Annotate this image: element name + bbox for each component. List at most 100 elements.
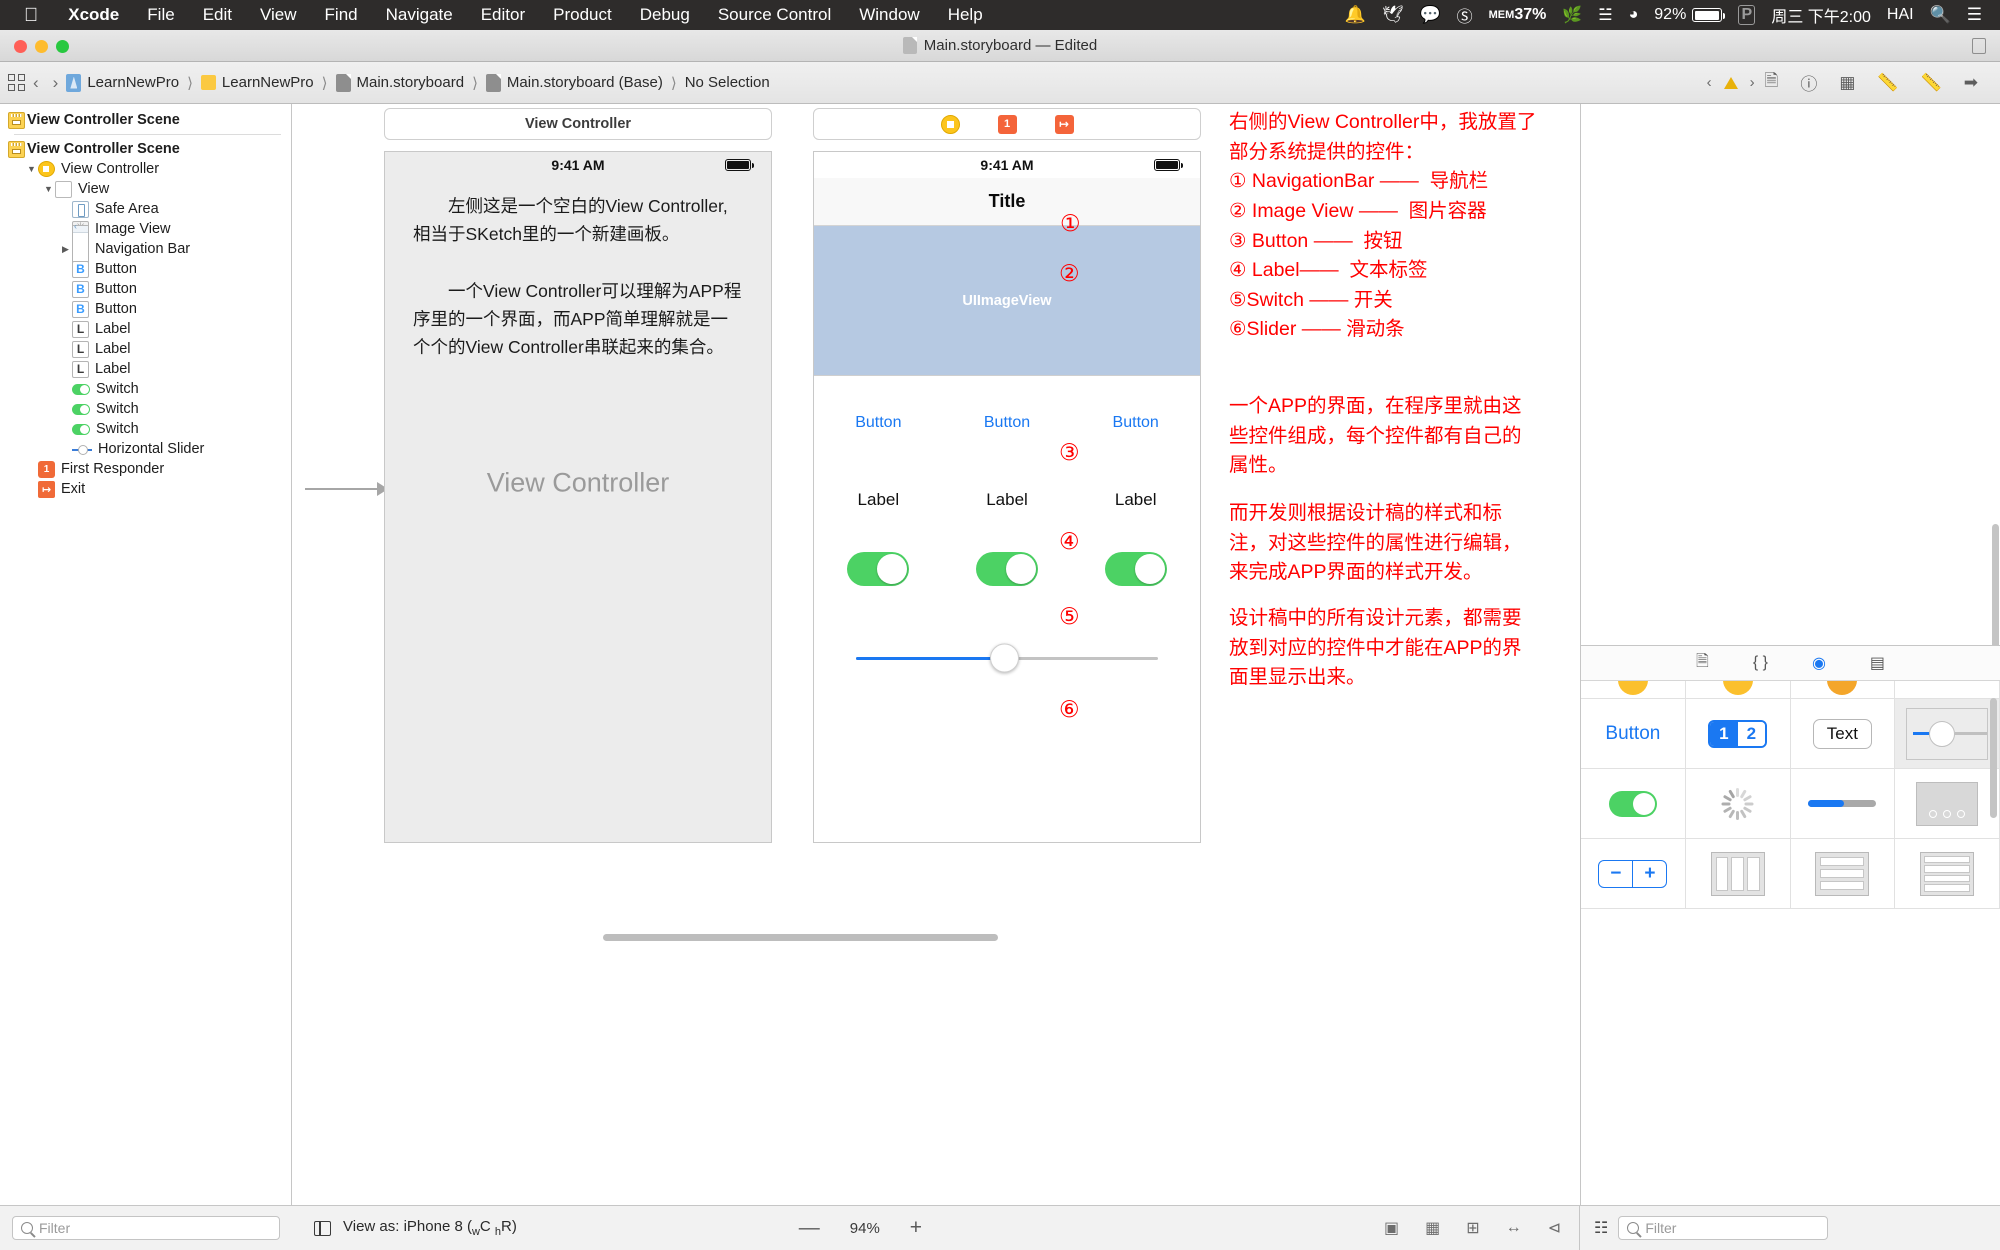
storyboard-outline[interactable]: ▶View Controller Scene ▼View Controller S… [0,104,291,499]
align-icon[interactable]: ⊞ [1466,1218,1479,1238]
spotlight-icon[interactable]: 🔍 [1930,5,1951,25]
user-account-label[interactable]: HAI [1887,6,1914,24]
menu-item-file[interactable]: File [133,5,188,25]
menu-item-help[interactable]: Help [934,5,997,25]
library-item-partial[interactable] [1791,681,1896,699]
image-view[interactable]: UIImageView [814,226,1200,376]
bluetooth-icon[interactable]: ☱ [1598,5,1612,25]
update-frames-icon[interactable]: ▣ [1384,1218,1399,1238]
tab-grid-icon[interactable] [8,74,25,91]
library-item-button[interactable]: Button [1581,699,1686,769]
library-item-table-view[interactable] [1791,839,1896,909]
battery-icon[interactable]: 92% [1654,6,1722,24]
breadcrumb-item-storyboard[interactable]: Main.storyboard [336,74,465,92]
switch-1[interactable] [847,552,909,586]
left-scene-dock[interactable]: View Controller [384,108,772,140]
outline-row-switch[interactable]: Switch [0,379,291,399]
outline-row-label[interactable]: LLabel [0,339,291,359]
minimize-button[interactable] [35,40,48,53]
outline-row-button[interactable]: BButton [0,259,291,279]
outline-row-safe-area[interactable]: Safe Area [0,199,291,219]
close-button[interactable] [14,40,27,53]
navigation-bar[interactable]: Title [814,178,1200,226]
wifi-icon[interactable]: ◕ [1629,6,1639,24]
menu-item-find[interactable]: Find [311,5,372,25]
connections-inspector-icon[interactable]: ➡ [1964,73,1978,93]
zoom-in-button[interactable]: + [910,1216,922,1240]
navigator-filter-field[interactable]: Filter [12,1216,280,1240]
horizontal-slider[interactable] [814,646,1200,670]
canvas-horizontal-scrollbar[interactable] [603,934,998,941]
button-2[interactable]: Button [943,414,1072,432]
quick-help-icon[interactable]: ⓘ [1800,70,1817,95]
library-item-grid[interactable]: Button 12 Text [1581,681,2000,909]
outline-row-first-responder[interactable]: 1First Responder [0,459,291,479]
back-button[interactable]: ‹ [33,73,39,93]
wechat-icon[interactable]: 💬 [1419,5,1440,25]
outline-row-view-controller-scene[interactable]: ▼View Controller Scene [0,139,291,159]
document-outline-toggle-icon[interactable] [314,1221,331,1236]
parallels-icon[interactable]: P [1738,5,1755,25]
media-library-tab[interactable]: ▤ [1870,653,1885,673]
identity-inspector-icon[interactable]: ▦ [1839,73,1855,93]
menu-item-product[interactable]: Product [539,5,626,25]
menu-item-window[interactable]: Window [845,5,933,25]
slider-knob[interactable] [990,644,1019,673]
outline-row-image-view[interactable]: Image View [0,219,291,239]
right-scene-dock[interactable]: 1 ↦ [813,108,1201,140]
left-scene[interactable]: View Controller 9:41 AM 左侧这是一个空白的View Co… [384,108,772,843]
file-inspector-icon[interactable]: 🗎 [1765,68,1779,97]
library-item-page-control[interactable] [1895,769,2000,839]
outline-row-view[interactable]: ▼View [0,179,291,199]
menu-clock[interactable]: 周三 下午2:00 [1771,3,1871,27]
library-item-slider[interactable] [1895,699,2000,769]
attributes-inspector-icon[interactable]: 📏 [1877,73,1898,93]
view-controller-badge-icon[interactable] [941,115,960,134]
switch-3[interactable] [1105,552,1167,586]
size-inspector-icon[interactable]: 📏 [1921,73,1942,93]
object-library-tab[interactable]: ◉ [1812,653,1826,673]
library-item-partial[interactable] [1581,681,1686,699]
breadcrumb-item-project[interactable]: LearnNewPro [66,74,179,92]
control-center-icon[interactable]: ☰ [1967,5,1982,25]
breadcrumb-item-storyboard-base[interactable]: Main.storyboard (Base) [486,74,663,92]
button-1[interactable]: Button [814,414,943,432]
outline-row-switch[interactable]: Switch [0,419,291,439]
outline-row-navigation-bar[interactable]: ▶Navigation Bar [0,239,291,259]
outline-row-exit[interactable]: ↦Exit [0,479,291,499]
right-view-controller-device[interactable]: 9:41 AM Title UIImageView Button Button … [813,151,1201,843]
resolve-issues-icon[interactable]: ⊲ [1548,1218,1561,1238]
outline-row-horizontal-slider[interactable]: Horizontal Slider [0,439,291,459]
creative-cloud-icon[interactable]: Ⓢ [1457,3,1473,27]
outline-row-label[interactable]: LLabel [0,319,291,339]
menu-item-edit[interactable]: Edit [189,5,246,25]
switch-2[interactable] [976,552,1038,586]
qq-icon[interactable]: 🕊 [1382,5,1404,25]
outline-row-view-controller-scene[interactable]: ▶View Controller Scene [0,110,291,130]
disclosure-triangle-icon[interactable]: ▼ [42,184,55,194]
library-item-collection-view[interactable] [1686,839,1791,909]
library-item-stepper[interactable]: −+ [1581,839,1686,909]
library-filter-field[interactable]: Filter [1618,1216,1828,1240]
apple-logo-icon[interactable]:  [14,6,54,25]
flame-icon[interactable]: 🌿 [1562,5,1582,25]
menu-item-source-control[interactable]: Source Control [704,5,845,25]
issue-next-button[interactable]: › [1750,74,1755,91]
disclosure-triangle-icon[interactable]: ▼ [25,164,38,174]
outline-row-switch[interactable]: Switch [0,399,291,419]
library-list-toggle-icon[interactable]: ☷ [1594,1218,1608,1238]
outline-row-view-controller[interactable]: ▼View Controller [0,159,291,179]
menu-item-debug[interactable]: Debug [626,5,704,25]
library-item-table-view-cell[interactable] [1895,839,2000,909]
version-editor-icon[interactable] [1972,38,1986,54]
code-snippet-library-tab[interactable]: { } [1753,654,1768,672]
embed-in-icon[interactable]: ▦ [1425,1218,1440,1238]
breadcrumb-item-selection[interactable]: No Selection [685,74,770,91]
library-scrollbar[interactable] [1990,698,1997,818]
library-item-segmented-control[interactable]: 12 [1686,699,1791,769]
menu-item-navigate[interactable]: Navigate [372,5,467,25]
button-3[interactable]: Button [1071,414,1200,432]
warning-icon[interactable] [1724,77,1738,89]
bell-icon[interactable]: 🔔 [1345,5,1366,25]
outline-row-button[interactable]: BButton [0,279,291,299]
